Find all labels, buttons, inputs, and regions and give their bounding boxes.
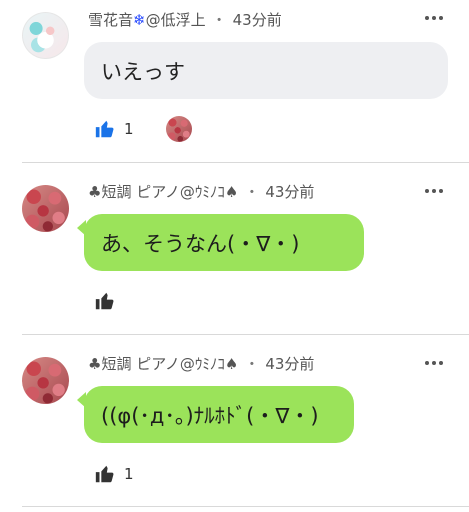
thumbs-up-icon[interactable] — [94, 290, 116, 312]
user-handle[interactable]: @低浮上 — [146, 11, 206, 29]
user-avatar[interactable] — [22, 185, 69, 232]
liker-avatar[interactable] — [165, 116, 192, 142]
username[interactable]: ♣短調 ピアノ@ｳﾐﾉｺ♠ — [88, 355, 238, 373]
timestamp: 43分前 — [232, 11, 282, 29]
comment-meta: ♣短調 ピアノ@ｳﾐﾉｺ♠ ・ 43分前 — [88, 181, 314, 202]
username[interactable]: 雪花音 — [88, 11, 133, 29]
comment-meta: ♣短調 ピアノ@ｳﾐﾉｺ♠ ・ 43分前 — [88, 353, 314, 374]
comment-bubble: あ、そうなん(・∇・) — [77, 214, 364, 271]
divider — [22, 162, 469, 163]
like-count: 1 — [124, 465, 134, 483]
separator-dot: ・ — [244, 355, 260, 373]
reaction-row — [94, 289, 116, 313]
separator-dot: ・ — [244, 183, 260, 201]
thumbs-up-icon[interactable] — [94, 118, 116, 140]
user-avatar[interactable] — [22, 357, 69, 404]
timestamp: 43分前 — [265, 355, 315, 373]
separator-dot: ・ — [211, 11, 227, 29]
more-options-icon[interactable] — [423, 360, 445, 366]
snowflake-icon: ❄ — [133, 11, 146, 29]
comment-meta: 雪花音❄@低浮上・ 43分前 — [88, 9, 282, 30]
more-options-icon[interactable] — [423, 15, 445, 21]
user-avatar[interactable] — [22, 12, 69, 59]
comment-bubble: いえっす — [84, 42, 448, 99]
username[interactable]: ♣短調 ピアノ@ｳﾐﾉｺ♠ — [88, 183, 238, 201]
reaction-row: 1 — [94, 116, 192, 142]
more-options-icon[interactable] — [423, 188, 445, 194]
timestamp: 43分前 — [265, 183, 315, 201]
comment-bubble: ((φ(･д･｡)ﾅﾙﾎﾄﾞ(・∇・) — [77, 386, 354, 443]
comment-text: あ、そうなん(・∇・) — [101, 231, 300, 256]
like-count: 1 — [124, 120, 134, 138]
divider — [22, 506, 469, 507]
comment-text: ((φ(･д･｡)ﾅﾙﾎﾄﾞ(・∇・) — [101, 403, 319, 428]
divider — [22, 334, 469, 335]
thumbs-up-icon[interactable] — [94, 463, 116, 485]
comment-text: いえっす — [101, 59, 185, 84]
reaction-row: 1 — [94, 462, 134, 486]
